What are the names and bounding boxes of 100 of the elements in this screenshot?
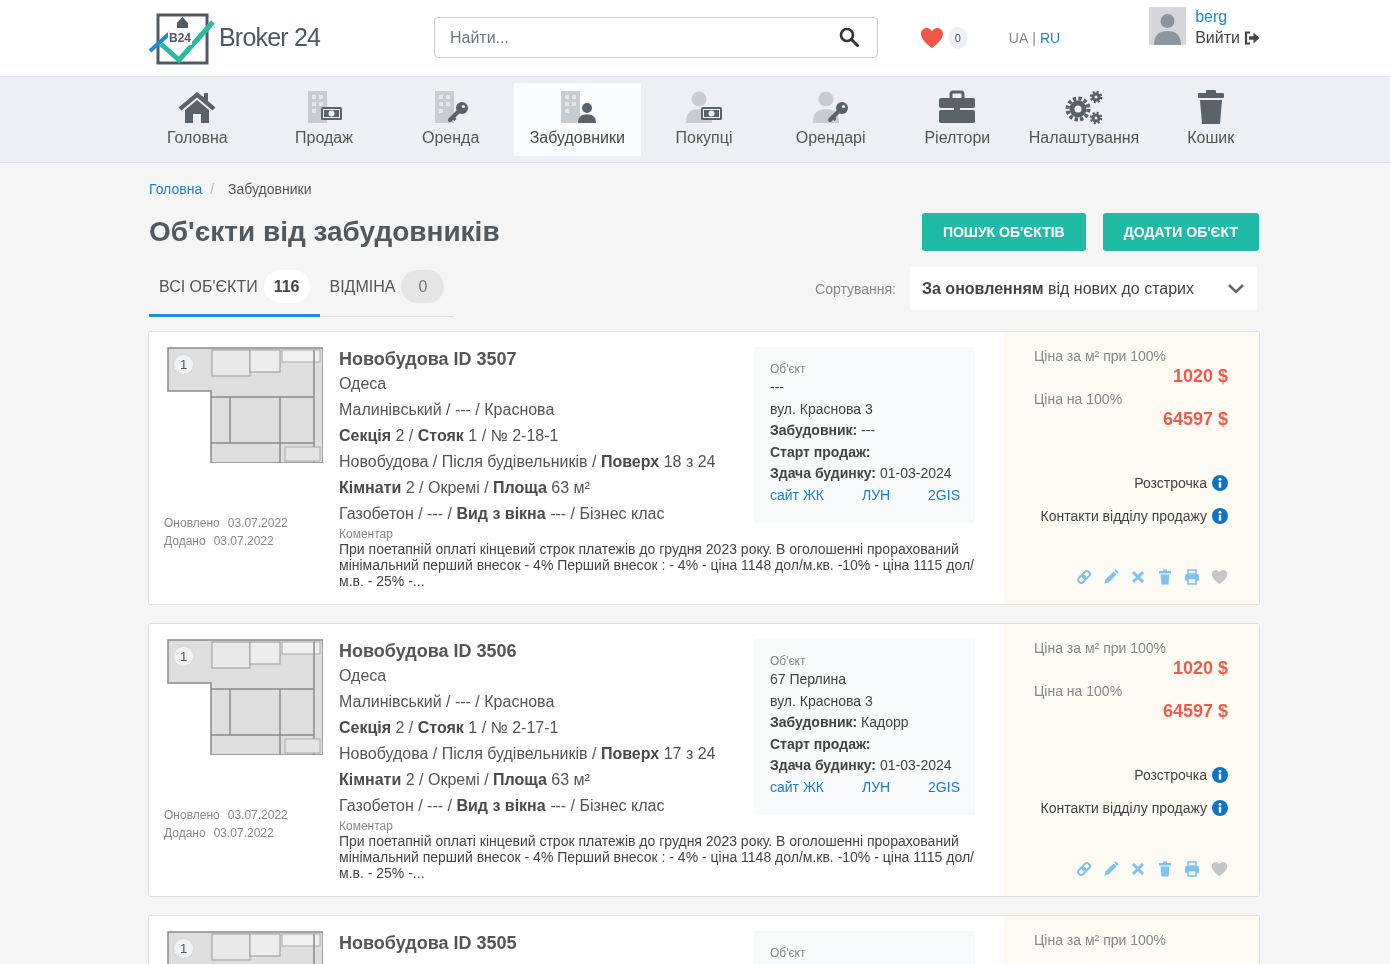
nav-item[interactable]: Покупці	[640, 83, 768, 156]
listing-detail: Секція 2 / Стояк 1 / № 2-18-1	[339, 426, 560, 446]
search-field[interactable]: Найти...	[433, 17, 878, 58]
nav-item[interactable]: Кошик	[1147, 83, 1274, 156]
info-label[interactable]: Контакти відділу продажу	[1040, 798, 1207, 818]
logo-mark-text: B24	[168, 32, 192, 45]
language-option[interactable]: UA	[1008, 29, 1029, 46]
info-label[interactable]: Контакти відділу продажу	[1040, 506, 1207, 526]
printer-icon[interactable]	[1184, 569, 1200, 585]
heart-icon[interactable]	[1211, 861, 1228, 877]
chain-link-icon[interactable]	[1076, 569, 1092, 585]
sign-out-icon	[1244, 30, 1260, 45]
count-badge: 0	[401, 270, 445, 303]
price-value: 64597 $	[1161, 408, 1228, 430]
trash-icon[interactable]	[1157, 861, 1173, 877]
tab[interactable]: ВІДМІНА 0	[319, 267, 455, 317]
object-link[interactable]: 2GIS	[928, 484, 960, 506]
object-line: вул. Краснова 3	[770, 691, 874, 711]
object-link[interactable]: сайт ЖК	[770, 776, 824, 798]
comment-label: Коментар	[339, 819, 394, 833]
info-label[interactable]: Розстрочка	[1134, 765, 1207, 785]
cross-icon[interactable]	[1130, 569, 1146, 585]
breadcrumb-separator: /	[210, 180, 215, 199]
info-icon[interactable]	[1212, 767, 1228, 783]
breadcrumb-link[interactable]: Головна	[149, 179, 203, 199]
listing-detail: Малинівський / --- / Краснова	[339, 692, 556, 712]
listing-detail: Секція 2 / Стояк 1 / № 2-17-1	[339, 718, 560, 738]
logo-icon[interactable]	[149, 11, 216, 65]
info-label[interactable]: Розстрочка	[1134, 473, 1207, 493]
pencil-icon[interactable]	[1103, 569, 1119, 585]
date-value: 03.07.2022	[227, 807, 288, 824]
nav-item[interactable]: Продаж	[260, 83, 388, 156]
date-label: Оновлено	[164, 807, 220, 824]
object-link[interactable]: 2GIS	[928, 776, 960, 798]
nav-item[interactable]: Головна	[134, 83, 261, 156]
logo-text[interactable]: Broker 24	[219, 23, 321, 52]
logout-link[interactable]: Вийти	[1195, 27, 1260, 48]
chain-link-icon[interactable]	[1076, 861, 1092, 877]
nav-item[interactable]: Налаштування	[1020, 83, 1148, 156]
chevron-down-icon	[1227, 283, 1245, 294]
search-icon[interactable]	[838, 27, 859, 47]
object-link[interactable]: сайт ЖК	[770, 484, 824, 506]
listing-title[interactable]: Новобудова ID 3507	[339, 347, 754, 371]
listing-detail: Газобетон / --- / Вид з вікна --- / Бізнес клас	[339, 796, 666, 816]
object-line: вул. Краснова 3	[770, 399, 874, 419]
listing-detail: Кімнати 2 / Окремі / Площа 63 м²	[339, 770, 591, 790]
avatar-icon	[1149, 7, 1187, 45]
listing-detail: Кімнати 2 / Окремі / Площа 63 м²	[339, 478, 591, 498]
heart-icon[interactable]	[1211, 569, 1228, 585]
date-label: Додано	[164, 825, 206, 842]
heart-icon[interactable]	[919, 26, 944, 49]
trash-icon[interactable]	[1157, 569, 1173, 585]
comment-label: Коментар	[339, 527, 394, 541]
person-money-icon	[684, 89, 724, 125]
date-value: 03.07.2022	[213, 533, 274, 550]
price-value: 64597 $	[1161, 700, 1228, 722]
listing-title[interactable]: Новобудова ID 3505	[339, 931, 754, 955]
object-heading: Об'єкт	[770, 945, 807, 961]
pencil-icon[interactable]	[1103, 861, 1119, 877]
listing-detail: Новобудова / Після будівельників / Поверх 17 з 24	[339, 744, 717, 764]
object-line: Забудовник: ---	[770, 421, 877, 440]
info-icon[interactable]	[1212, 508, 1228, 524]
favorites-count: 0	[948, 26, 967, 49]
object-line: Здача будинку: 01-03-2024	[770, 464, 953, 483]
date-value: 03.07.2022	[213, 825, 274, 842]
cross-icon[interactable]	[1130, 861, 1146, 877]
object-heading: Об'єкт	[770, 653, 807, 669]
sort-label: Сортування:	[815, 280, 896, 297]
language-option[interactable]: RU	[1039, 29, 1061, 46]
tab[interactable]: ВСІ ОБ'ЄКТИ 116	[149, 267, 320, 317]
nav-item[interactable]: Оренда	[387, 83, 514, 156]
object-line: ---	[770, 378, 785, 397]
comment-text: При поетапній оплаті кінцевий строк платежів до грудня 2023 року. В оголошенні прорахований мінімальний перший внесок - 4% Перший внесок : - 4% - ціна 1148 дол/м.кв. -10% - ціна 1115 дол/м.в. - 25% -...	[339, 541, 975, 589]
price-label: Ціна на 100%	[1034, 390, 1124, 408]
price-label: Ціна за м² при 100%	[1034, 931, 1168, 949]
object-heading: Об'єкт	[770, 361, 807, 377]
price-label: Ціна за м² при 100%	[1034, 347, 1168, 365]
username-link[interactable]: berg	[1195, 6, 1260, 27]
object-line: Старт продаж:	[770, 442, 872, 462]
briefcase-icon	[937, 89, 978, 125]
object-link[interactable]: ЛУН	[861, 484, 891, 506]
nav-item[interactable]: Орендарі	[767, 83, 894, 156]
printer-icon[interactable]	[1184, 861, 1200, 877]
price-value: 1020 $	[1171, 657, 1228, 679]
sort-select[interactable]: За оновленням від нових до старих	[910, 267, 1257, 310]
object-link[interactable]: ЛУН	[861, 776, 891, 798]
object-line: Забудовник: Кадорр	[770, 713, 910, 732]
gears-icon	[1064, 89, 1104, 125]
price-label: Ціна на 100%	[1034, 682, 1124, 700]
person-key-icon	[810, 89, 851, 125]
date-label: Оновлено	[164, 515, 220, 532]
object-line: 67 Перлина	[770, 670, 848, 689]
nav-item[interactable]: Забудовники	[514, 83, 641, 156]
page-title: Об'єкти від забудовників	[148, 215, 500, 249]
listing-title[interactable]: Новобудова ID 3506	[339, 639, 754, 663]
info-icon[interactable]	[1212, 475, 1228, 491]
price-label: Ціна за м² при 100%	[1034, 639, 1168, 657]
info-icon[interactable]	[1212, 800, 1228, 816]
breadcrumb-current: Забудовники	[228, 180, 312, 199]
nav-item[interactable]: Ріелтори	[894, 83, 1021, 156]
